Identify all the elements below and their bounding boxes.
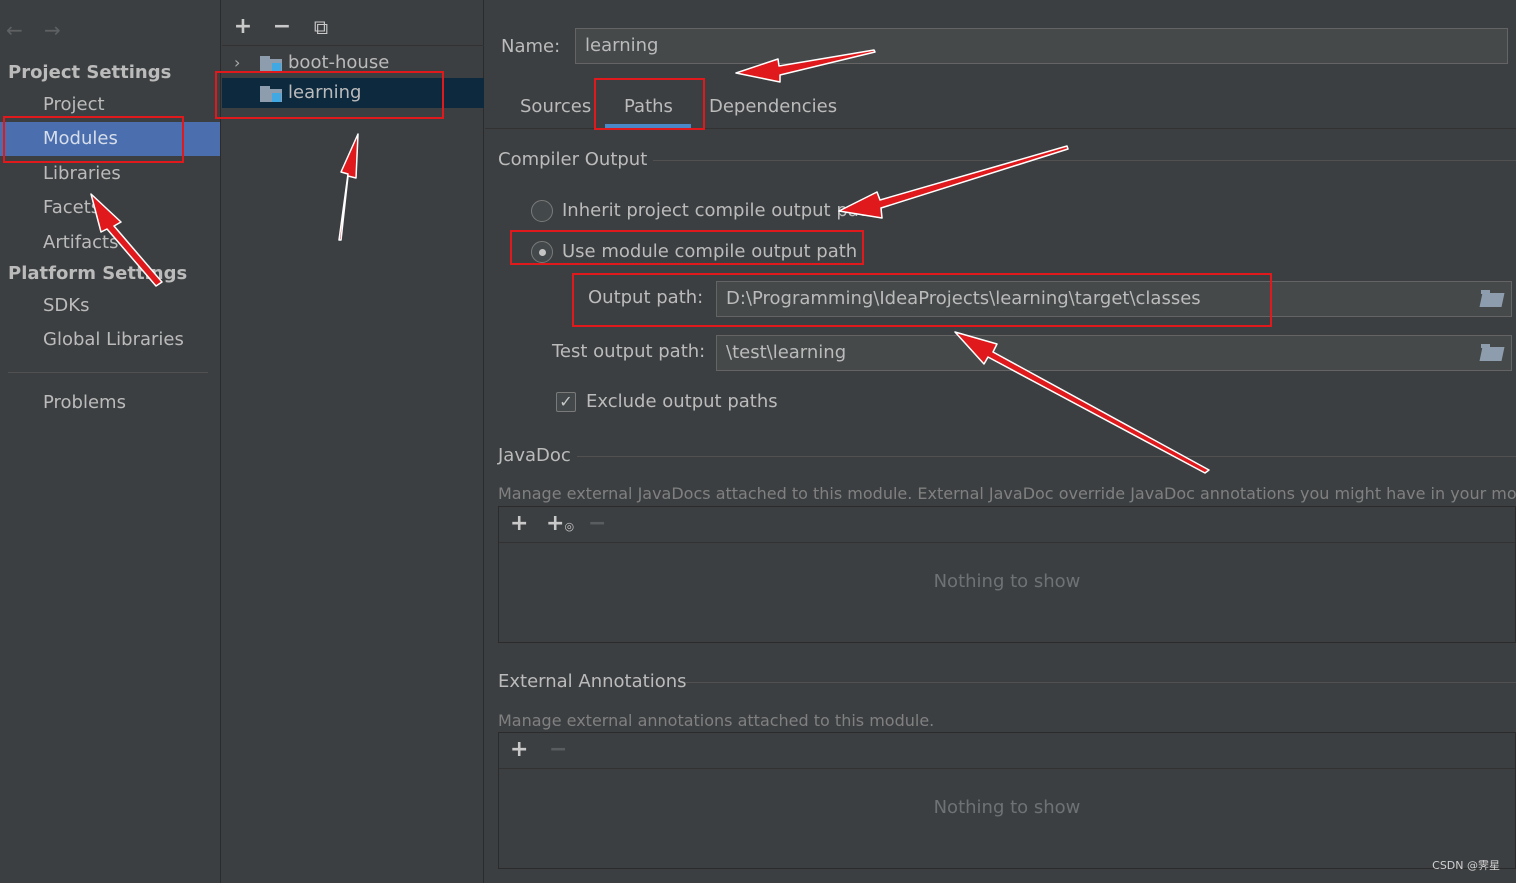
inherit-output-radio[interactable]	[531, 200, 553, 222]
module-tree-panel: + − ⧉ › boot-house learning	[222, 0, 484, 883]
annotation-box-output-path	[572, 273, 1272, 327]
tab-dependencies[interactable]: Dependencies	[709, 96, 837, 117]
tree-toolbar-divider	[222, 45, 484, 46]
external-annotations-description: Manage external annotations attached to …	[498, 711, 935, 730]
sidebar-item-global-libraries[interactable]: Global Libraries	[0, 323, 220, 357]
inherit-output-label[interactable]: Inherit project compile output path	[562, 200, 877, 221]
javadoc-list: + +◎ − Nothing to show	[498, 506, 1516, 643]
add-annotation-icon[interactable]: +	[510, 737, 528, 762]
test-output-path-value: \test\learning	[726, 342, 847, 363]
sidebar-item-problems[interactable]: Problems	[0, 386, 220, 420]
javadoc-empty-text: Nothing to show	[933, 571, 1081, 592]
exclude-output-label[interactable]: Exclude output paths	[586, 391, 778, 412]
external-annotations-toolbar: + −	[499, 733, 1515, 769]
remove-javadoc-icon[interactable]: −	[588, 511, 606, 536]
javadoc-description: Manage external JavaDocs attached to thi…	[498, 484, 1516, 503]
external-annotations-list: + − Nothing to show	[498, 732, 1516, 869]
project-settings-heading: Project Settings	[8, 62, 172, 83]
remove-module-icon[interactable]: −	[269, 14, 295, 40]
javadoc-list-toolbar: + +◎ −	[499, 507, 1515, 543]
exclude-output-checkbox[interactable]: ✓	[556, 392, 576, 412]
javadoc-heading: JavaDoc	[498, 445, 571, 466]
external-annotations-divider	[685, 682, 1516, 683]
module-folder-icon	[260, 56, 282, 72]
annotation-box-modules	[3, 116, 184, 163]
compiler-output-heading: Compiler Output	[498, 149, 648, 170]
remove-annotation-icon[interactable]: −	[549, 737, 567, 762]
annotation-box-module-output	[510, 230, 864, 265]
sidebar-divider	[8, 372, 208, 373]
external-annotations-heading: External Annotations	[498, 671, 687, 692]
back-arrow-icon[interactable]: ←	[6, 18, 23, 42]
add-javadoc-url-icon[interactable]: +◎	[546, 511, 574, 536]
sidebar-item-sdks[interactable]: SDKs	[0, 289, 220, 323]
annotation-box-learning	[215, 71, 444, 119]
tab-sources[interactable]: Sources	[520, 96, 591, 117]
test-output-path-label: Test output path:	[552, 341, 706, 362]
test-output-path-input[interactable]: \test\learning	[716, 335, 1512, 371]
javadoc-divider	[577, 456, 1516, 457]
sidebar-item-facets[interactable]: Facets	[0, 191, 220, 225]
module-name-input[interactable]: learning	[575, 28, 1508, 64]
platform-settings-heading: Platform Settings	[8, 263, 188, 284]
browse-folder-icon[interactable]	[1479, 344, 1505, 361]
watermark: CSDN @霁星	[1432, 859, 1500, 872]
sidebar-item-artifacts[interactable]: Artifacts	[0, 226, 220, 260]
module-settings-panel: Name: learning Sources Paths Dependencie…	[485, 0, 1516, 883]
add-module-icon[interactable]: +	[230, 14, 256, 40]
annotation-box-paths-tab	[594, 78, 705, 130]
external-annotations-empty-text: Nothing to show	[933, 797, 1081, 818]
forward-arrow-icon[interactable]: →	[44, 18, 61, 42]
copy-module-icon[interactable]: ⧉	[308, 14, 334, 40]
add-javadoc-icon[interactable]: +	[510, 511, 528, 536]
compiler-output-divider	[653, 160, 1516, 161]
name-label: Name:	[501, 36, 561, 57]
browse-folder-icon[interactable]	[1479, 290, 1505, 307]
